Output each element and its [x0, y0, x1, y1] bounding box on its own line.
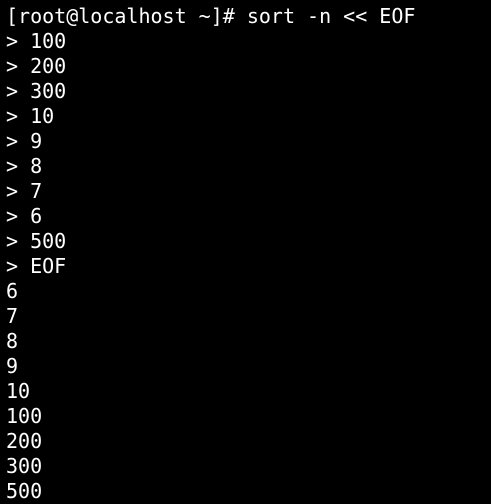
heredoc-input-line: > 200: [6, 54, 67, 78]
output-line: 9: [6, 354, 19, 378]
heredoc-input-line: > 6: [6, 204, 43, 228]
heredoc-input-line: > 8: [6, 154, 43, 178]
output-line: 300: [6, 454, 43, 478]
heredoc-input-line: > 7: [6, 179, 43, 203]
output-line: 6: [6, 279, 19, 303]
heredoc-input-line: > 10: [6, 104, 55, 128]
command-prompt-line: [root@localhost ~]# sort -n << EOF: [6, 4, 416, 28]
heredoc-input-line: > EOF: [6, 254, 67, 278]
terminal-window[interactable]: [root@localhost ~]# sort -n << EOF > 100…: [0, 0, 491, 504]
heredoc-input-line: > 300: [6, 79, 67, 103]
output-line: 500: [6, 479, 43, 503]
output-line: 100: [6, 404, 43, 428]
output-line: 200: [6, 429, 43, 453]
heredoc-input-line: > 500: [6, 229, 67, 253]
output-line: 10: [6, 379, 31, 403]
heredoc-input-line: > 100: [6, 29, 67, 53]
output-line: 7: [6, 304, 19, 328]
heredoc-input-line: > 9: [6, 129, 43, 153]
output-line: 8: [6, 329, 19, 353]
